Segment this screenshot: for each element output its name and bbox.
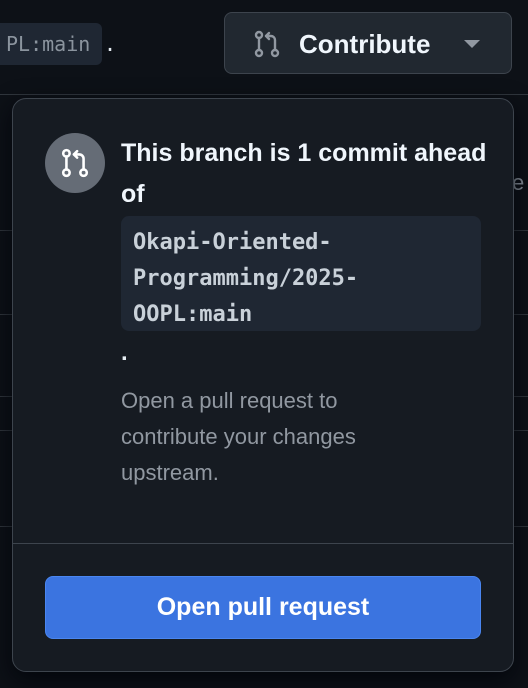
popover-divider	[13, 543, 513, 544]
branch-ref-code: PL:main	[0, 23, 103, 65]
contribute-popover: This branch is 1 commit ahead of Okapi-O…	[12, 98, 514, 672]
git-pull-request-icon	[253, 30, 281, 63]
contribute-button-label: Contribute	[299, 29, 431, 59]
popover-description: Open a pull request to contribute your c…	[121, 388, 356, 485]
contribute-button[interactable]: Contribute	[224, 12, 512, 74]
branch-ref-period: .	[104, 32, 117, 56]
title-period: .	[121, 339, 128, 366]
upstream-branch-ref: Okapi-Oriented- Programming/2025- OOPL:m…	[121, 216, 481, 331]
popover-title: This branch is 1 commit ahead of	[121, 139, 487, 208]
open-pull-request-button[interactable]: Open pull request	[45, 576, 481, 639]
git-pull-request-icon	[45, 133, 105, 193]
chevron-down-icon	[464, 40, 480, 48]
